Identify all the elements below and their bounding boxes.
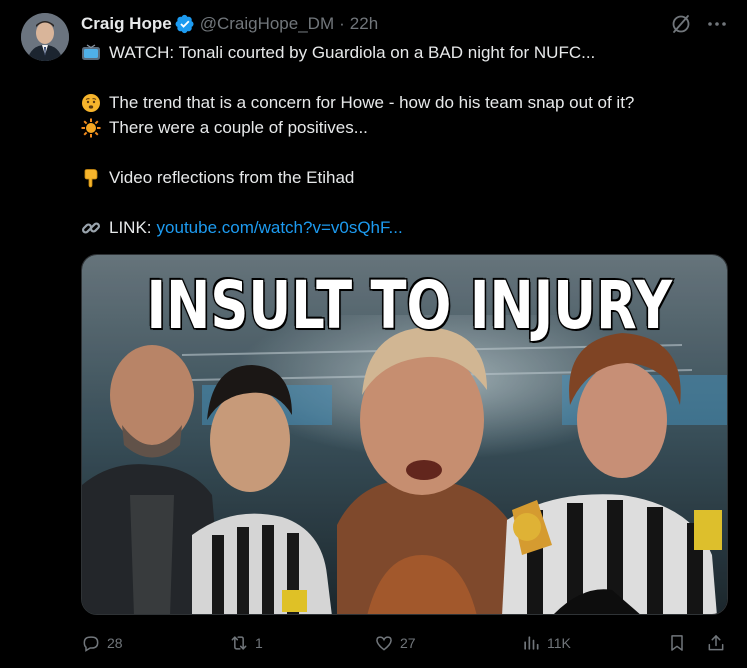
repost-icon [231,636,247,650]
grok-icon[interactable] [669,12,693,36]
share-button[interactable] [706,633,726,653]
repost-count: 1 [255,635,263,651]
author-handle[interactable]: @CraigHope_DM [200,14,334,34]
like-count: 27 [400,635,416,651]
reply-button[interactable]: 28 [81,633,123,653]
avatar-image [21,13,69,61]
tweet-line-text: WATCH: Tonali courted by Guardiola on a … [109,43,596,62]
avatar[interactable] [21,13,69,61]
tweet-line-text: The trend that is a concern for Howe - h… [109,93,635,112]
tweet-header: Craig Hope @CraigHope_DM · 22h [81,13,378,35]
reply-count: 28 [107,635,123,651]
tweet-timestamp[interactable]: 22h [350,14,378,34]
youtube-link[interactable]: youtube.com/watch?v=v0sQhF... [157,215,403,240]
link-icon [81,218,101,238]
heart-icon [376,636,392,651]
bookmark-icon [671,635,683,651]
tweet-line-text: There were a couple of positives... [109,118,368,137]
worried-face-icon [81,93,101,113]
share-icon [708,635,724,651]
views-button[interactable]: 11K [521,633,571,653]
more-options-icon[interactable] [705,12,729,36]
tweet-line: WATCH: Tonali courted by Guardiola on a … [81,40,731,65]
separator-dot: · [339,14,345,33]
author-name[interactable]: Craig Hope [81,14,172,34]
reply-icon [83,636,99,652]
tweet-line: There were a couple of positives... [81,115,731,140]
tweet-top-actions [669,12,729,36]
thumbnail-title: INSULT TO INJURY [145,266,673,346]
pointing-down-icon [81,168,101,188]
sun-icon [81,118,101,138]
views-count: 11K [547,635,571,651]
views-chart-icon [524,636,539,650]
like-button[interactable]: 27 [374,633,416,653]
tweet-actions: 28 1 27 11K [81,629,731,657]
link-label: LINK: [109,218,152,237]
tweet-line-text: Video reflections from the Etihad [109,168,355,187]
tweet-line: LINK: youtube.com/watch?v=v0sQhF... [81,215,731,240]
tweet-line: Video reflections from the Etihad [81,165,731,190]
bookmark-button[interactable] [667,633,687,653]
repost-button[interactable]: 1 [229,633,263,653]
verified-badge-icon[interactable] [175,14,195,34]
television-icon [81,43,101,63]
tweet-line: The trend that is a concern for Howe - h… [81,90,731,115]
tweet-text: WATCH: Tonali courted by Guardiola on a … [81,40,731,240]
video-thumbnail[interactable]: INSULT TO INJURY [81,254,728,615]
tweet[interactable]: Craig Hope @CraigHope_DM · 22h WATCH: To… [0,0,747,668]
